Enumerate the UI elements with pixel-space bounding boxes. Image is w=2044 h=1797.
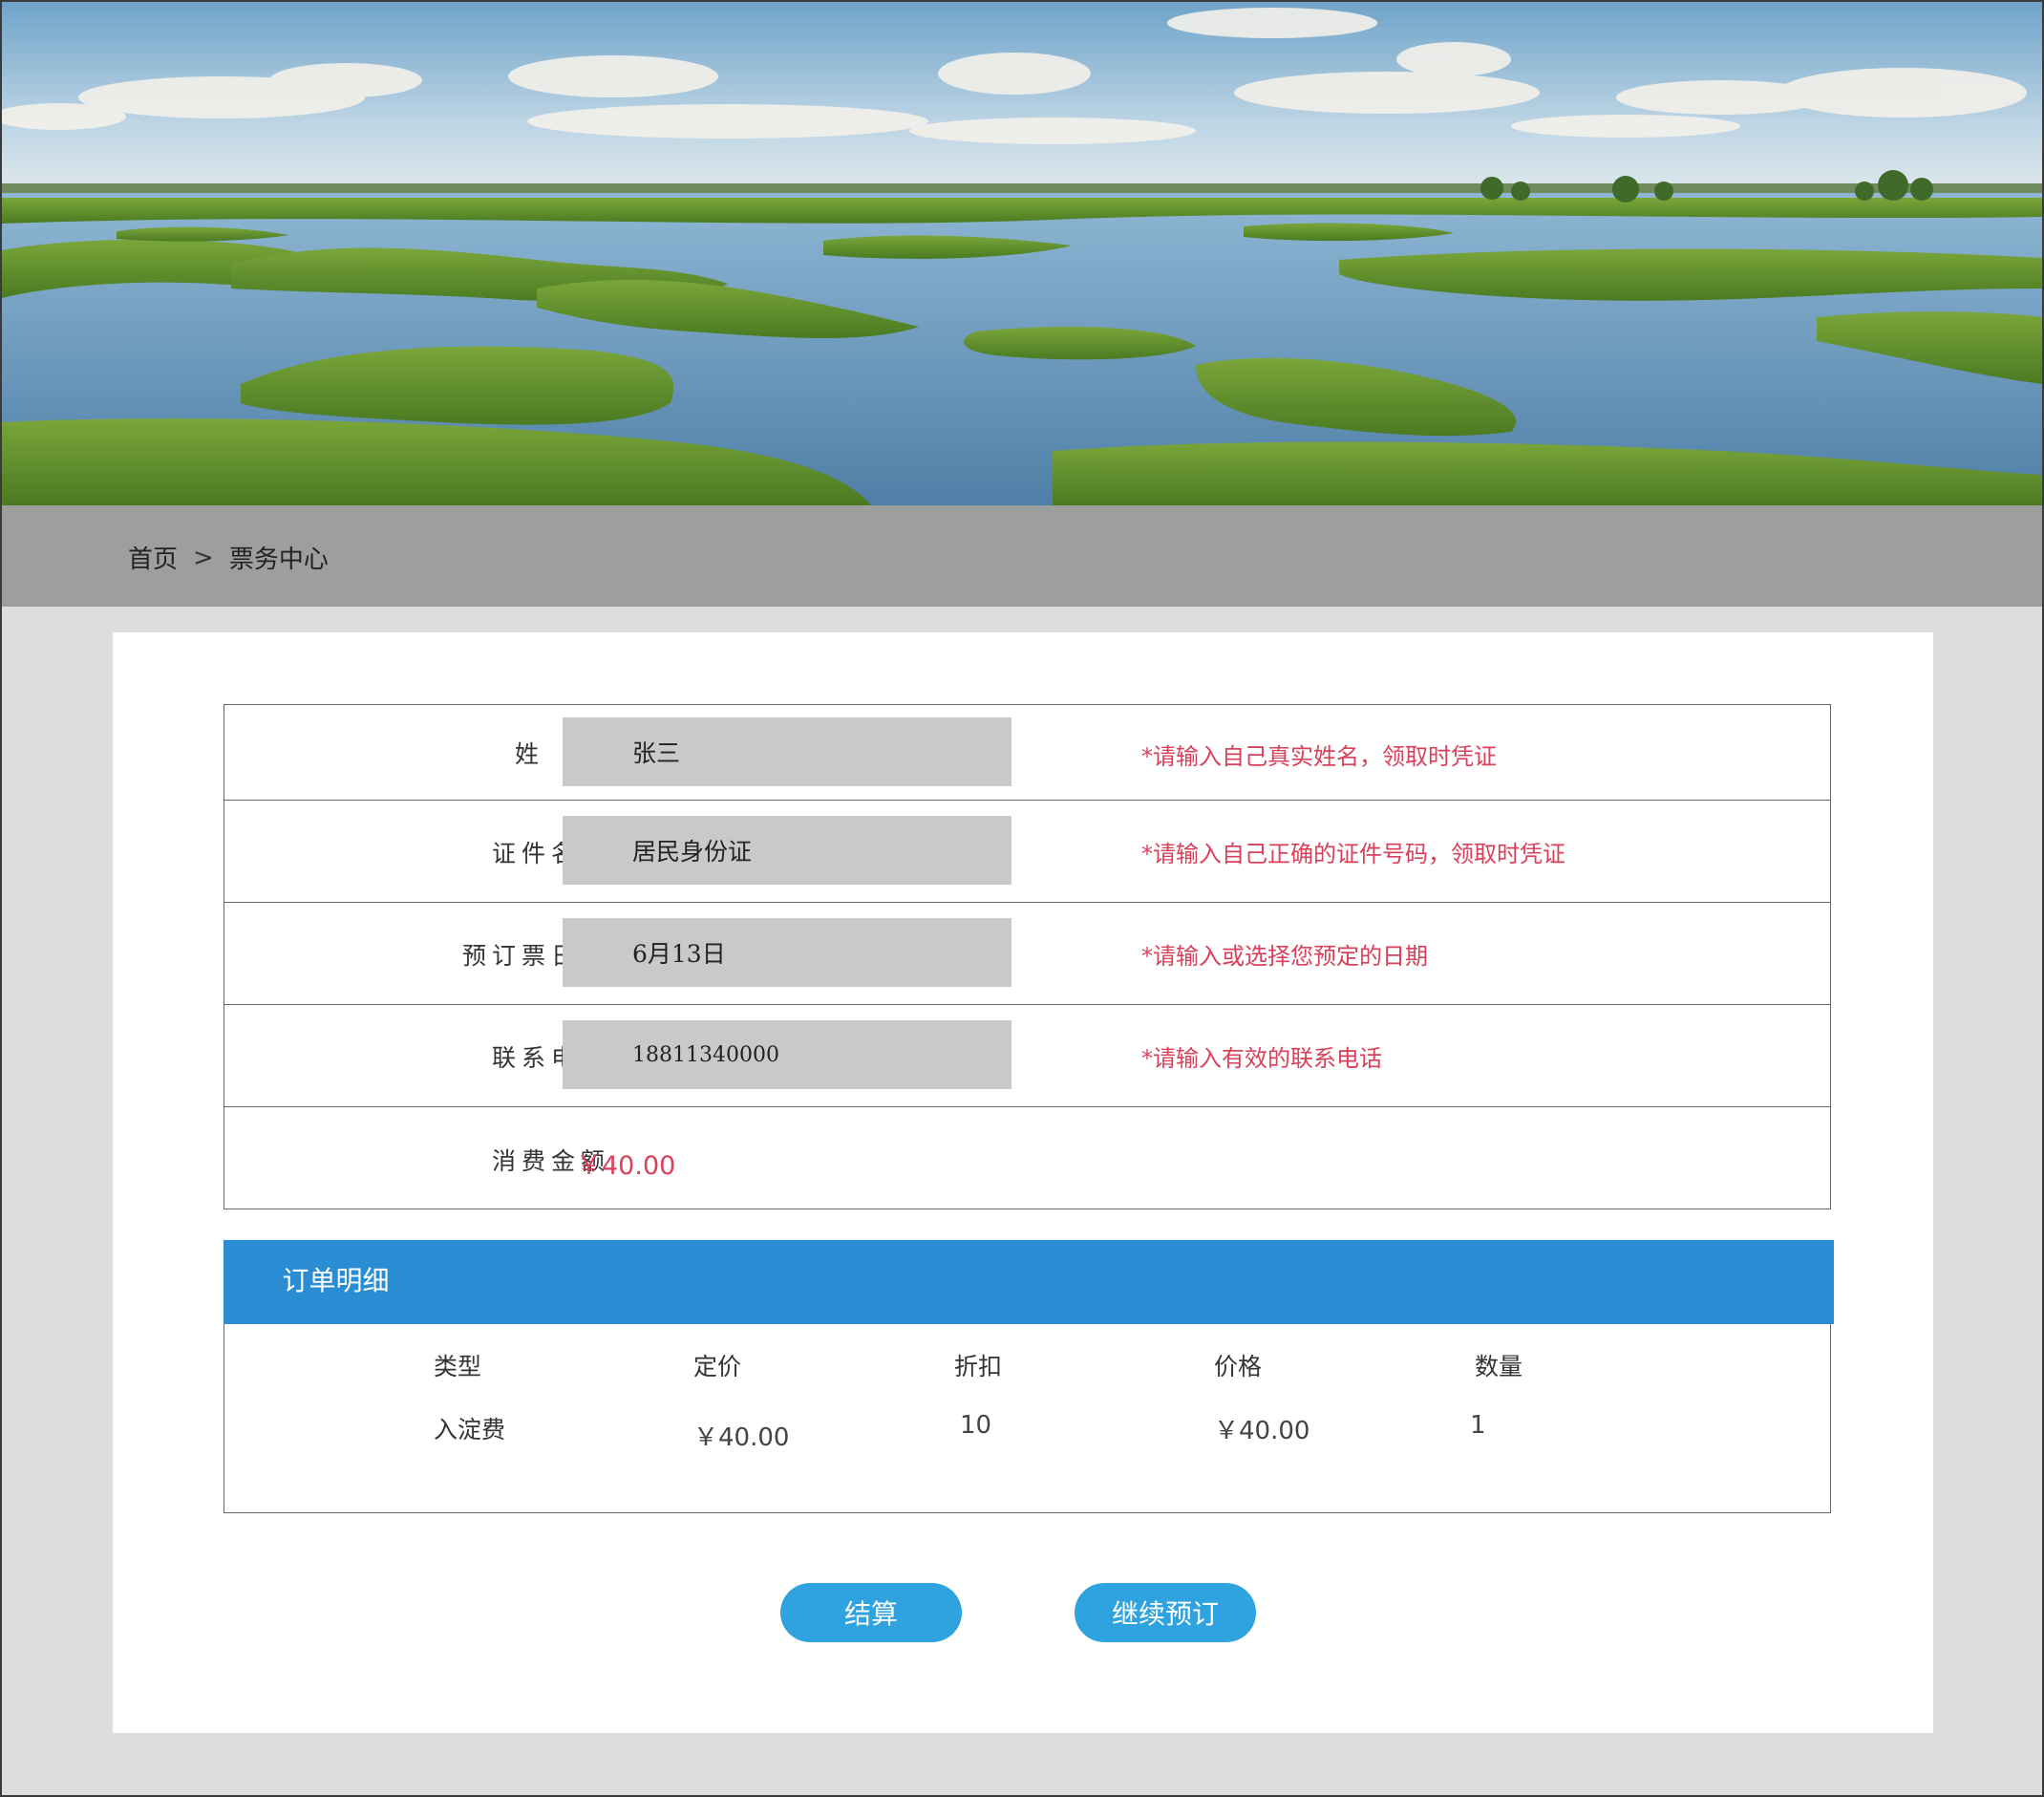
ticket-panel: 姓名 *请输入自己真实姓名，领取时凭证 证件名称 *请输入自己正确的证件号码，领… <box>113 632 1933 1733</box>
checkout-button[interactable]: 结算 <box>780 1583 962 1642</box>
row-price: ￥40.00 <box>1214 1417 1310 1445</box>
row-type: 入淀费 <box>434 1416 506 1444</box>
order-detail-table: 订单明细 类型 定价 折扣 价格 数量 入淀费 ￥40.00 10 ￥40.00… <box>223 1239 1834 1513</box>
date-input[interactable] <box>563 918 1011 987</box>
name-hint: *请输入自己真实姓名，领取时凭证 <box>1141 743 1497 770</box>
column-header-price: 价格 <box>1214 1353 1263 1380</box>
hero-banner-image <box>2 2 2042 505</box>
form-row-phone: 联系电话 *请输入有效的联系电话 <box>224 1005 1830 1107</box>
amount-label: 消费金额 <box>491 1147 610 1175</box>
phone-input[interactable] <box>563 1020 1011 1089</box>
form-row-name: 姓名 *请输入自己真实姓名，领取时凭证 <box>224 705 1830 801</box>
row-discount: 10 <box>960 1411 992 1440</box>
phone-hint: *请输入有效的联系电话 <box>1141 1045 1382 1072</box>
breadcrumb-bar: 首页 > 票务中心 <box>2 505 2042 607</box>
booking-form: 姓名 *请输入自己真实姓名，领取时凭证 证件名称 *请输入自己正确的证件号码，领… <box>224 704 1831 1209</box>
amount-value: ￥40.00 <box>576 1151 676 1181</box>
form-row-id-type: 证件名称 *请输入自己正确的证件号码，领取时凭证 <box>224 801 1830 903</box>
column-header-list-price: 定价 <box>693 1353 742 1380</box>
breadcrumb: 首页 > 票务中心 <box>128 540 329 575</box>
order-detail-title: 订单明细 <box>223 1239 1834 1324</box>
row-quantity: 1 <box>1470 1411 1486 1440</box>
breadcrumb-current[interactable]: 票务中心 <box>229 540 329 575</box>
row-list-price: ￥40.00 <box>693 1423 790 1452</box>
form-row-date: 预订票日期 *请输入或选择您预定的日期 <box>224 903 1830 1005</box>
breadcrumb-home-link[interactable]: 首页 <box>128 540 178 575</box>
continue-booking-button[interactable]: 继续预订 <box>1075 1583 1256 1642</box>
column-header-type: 类型 <box>434 1353 482 1380</box>
date-hint: *请输入或选择您预定的日期 <box>1141 943 1428 970</box>
breadcrumb-separator: > <box>193 543 214 572</box>
id-type-input[interactable] <box>563 816 1011 885</box>
form-row-amount: 消费金额 ￥40.00 <box>224 1107 1830 1210</box>
column-header-discount: 折扣 <box>954 1353 1003 1380</box>
column-header-quantity: 数量 <box>1475 1353 1523 1380</box>
name-input[interactable] <box>563 717 1011 786</box>
id-type-hint: *请输入自己正确的证件号码，领取时凭证 <box>1141 841 1565 867</box>
